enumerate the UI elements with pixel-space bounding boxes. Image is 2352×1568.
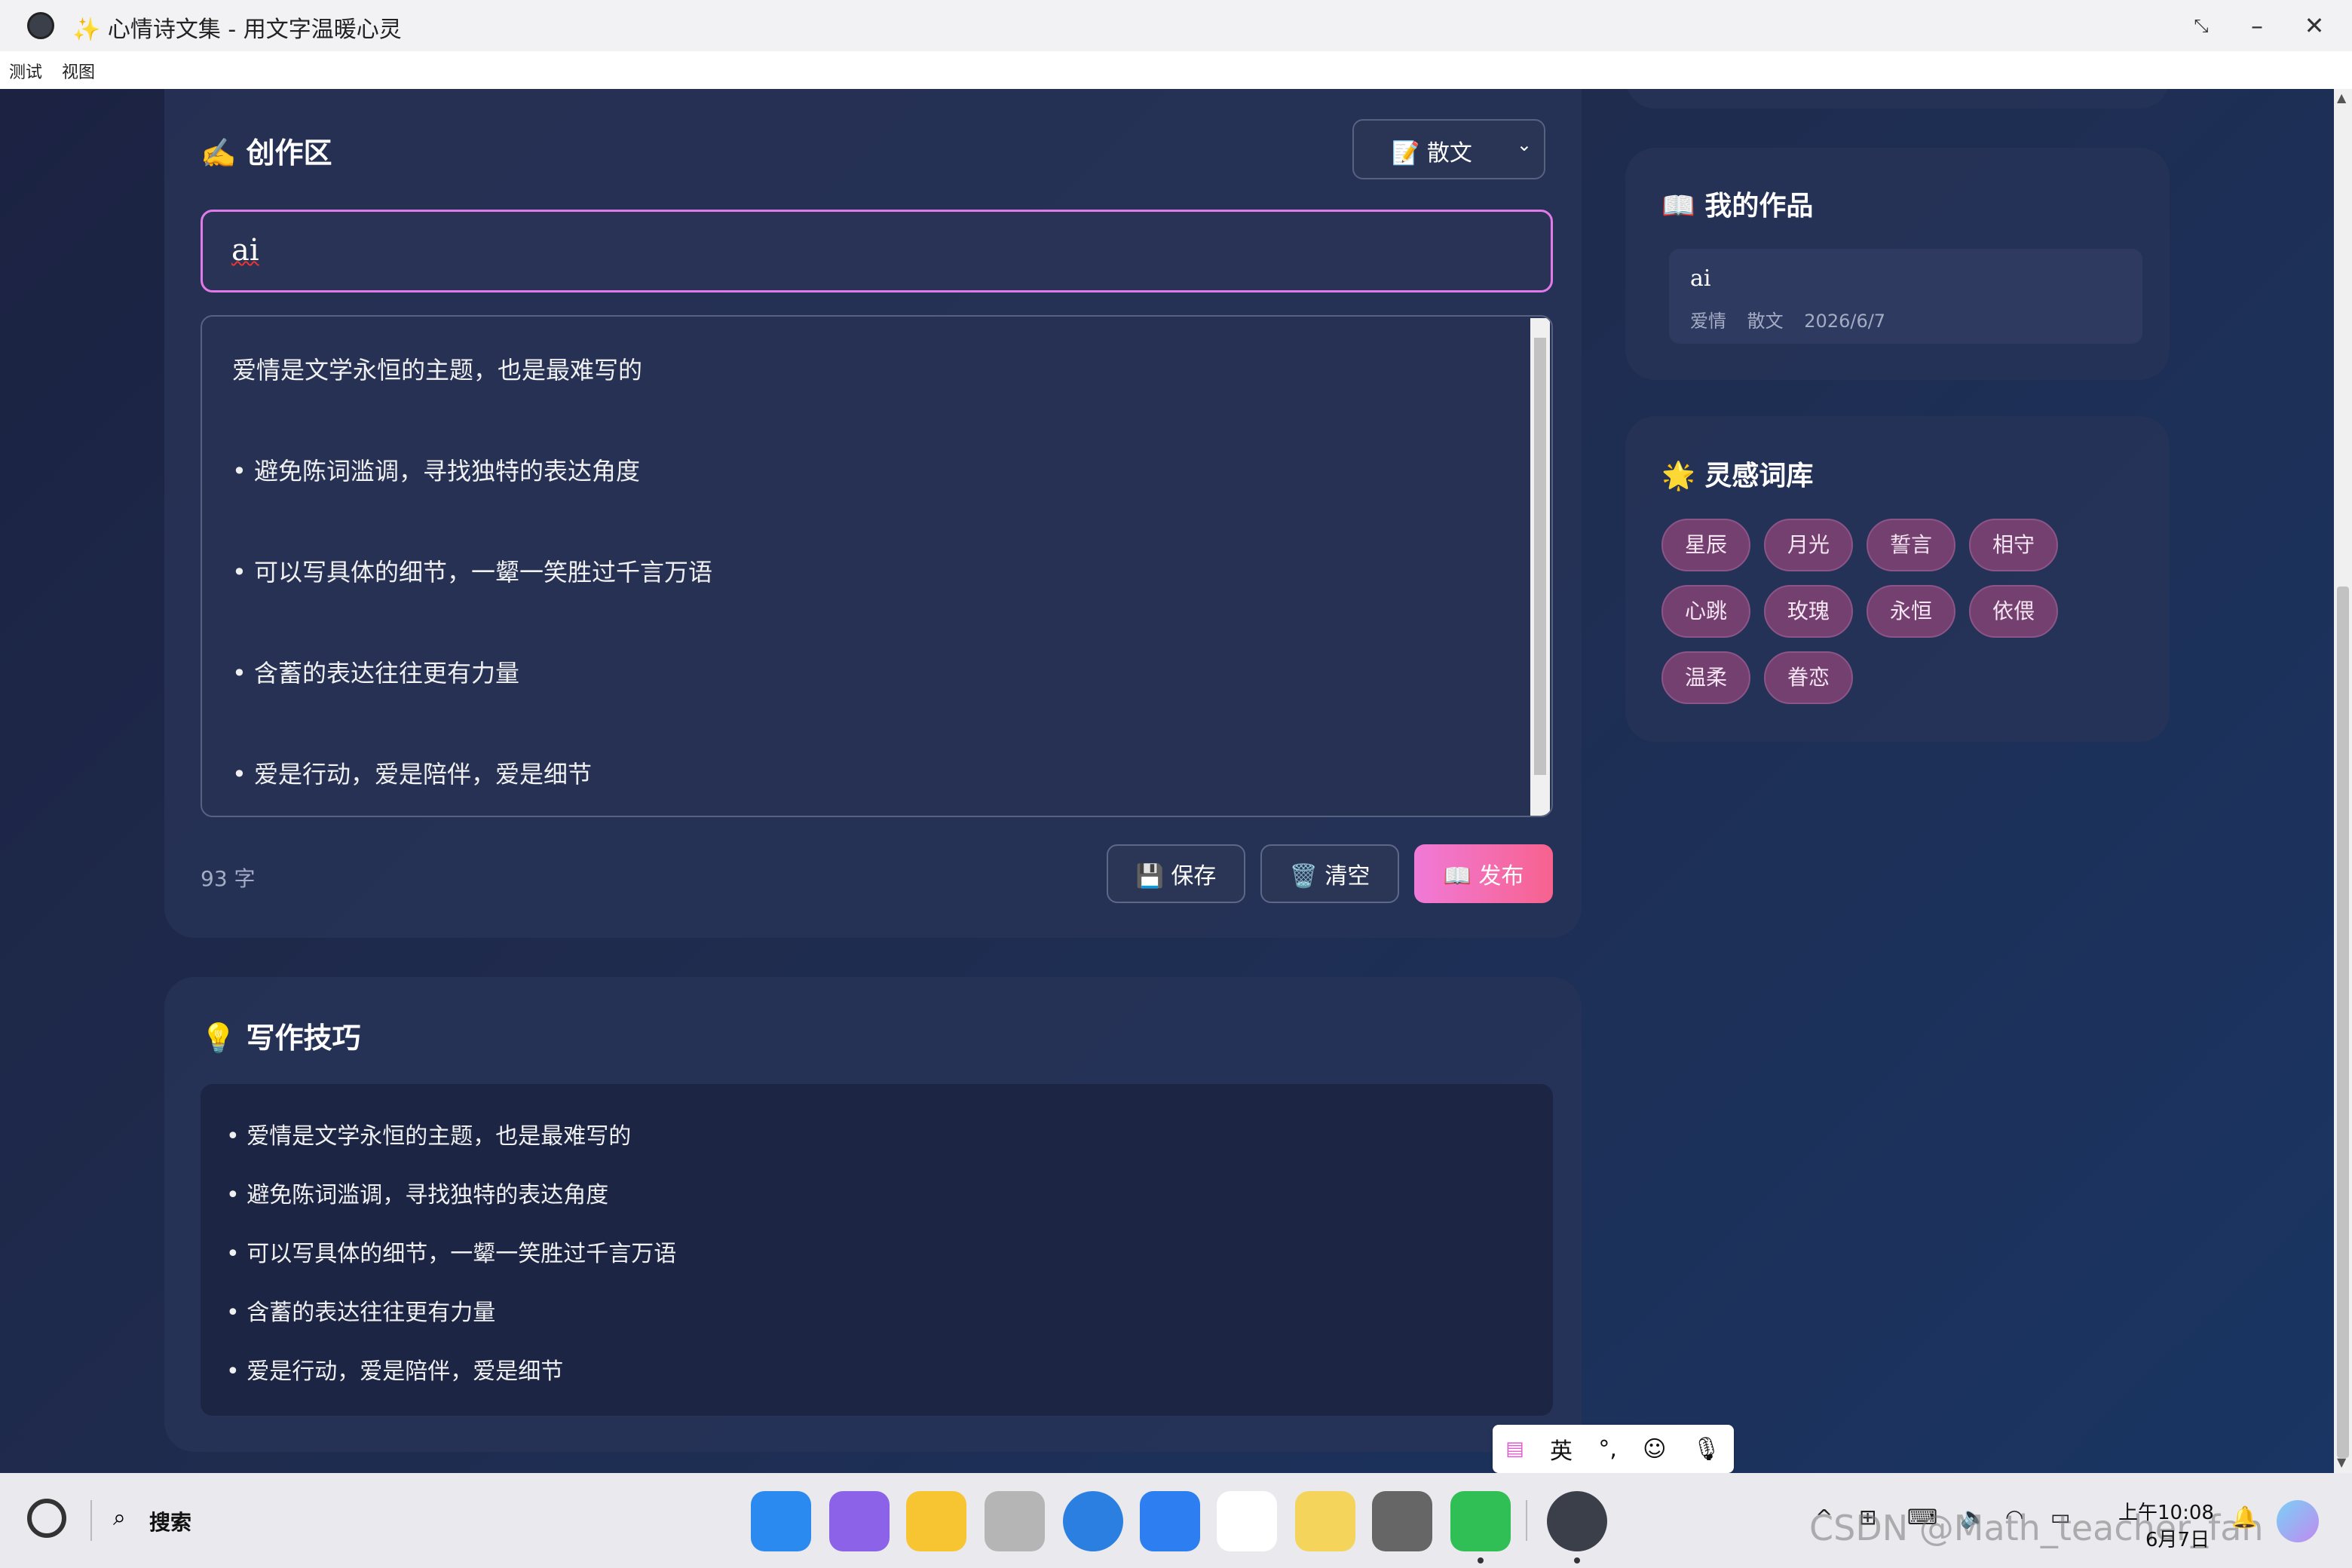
scroll-up-icon[interactable]: ▲ <box>2337 90 2346 105</box>
browser-icon[interactable] <box>1063 1491 1123 1551</box>
menu-item-test[interactable]: 测试 <box>9 59 42 83</box>
clock-time[interactable]: 上午10:08 <box>2118 1497 2214 1525</box>
inspiration-tag[interactable]: 依偎 <box>1969 585 2058 638</box>
ime-emoji-icon[interactable]: ☺ <box>1643 1436 1666 1462</box>
inspiration-tag[interactable]: 永恒 <box>1867 585 1955 638</box>
inspiration-tag[interactable]: 月光 <box>1764 519 1853 571</box>
inspiration-heading: 🌟 灵感词库 <box>1661 461 1814 492</box>
window-title: ✨ 心情诗文集 - 用文字温暖心灵 <box>72 17 402 43</box>
tip-item: • 含蓄的表达往往更有力量 <box>226 1300 496 1326</box>
publish-button[interactable]: 📖 发布 <box>1414 844 1553 903</box>
clear-button[interactable]: 🗑️ 清空 <box>1260 844 1399 903</box>
content-textarea[interactable]: 爱情是文学永恒的主题，也是最难写的 • 避免陈词滥调，寻找独特的表达角度 • 可… <box>201 315 1553 817</box>
inspiration-tag[interactable]: 相守 <box>1969 519 2058 571</box>
tips-list: • 爱情是文学永恒的主题，也是最难写的 • 避免陈词滥调，寻找独特的表达角度 •… <box>201 1084 1553 1416</box>
inspiration-tag[interactable]: 星辰 <box>1661 519 1750 571</box>
content-line: • 可以写具体的细节，一颦一笑胜过千言万语 <box>232 558 713 586</box>
menu-item-view[interactable]: 视图 <box>62 59 95 83</box>
tip-item: • 爱情是文学永恒的主题，也是最难写的 <box>226 1123 632 1150</box>
start-button[interactable] <box>27 1499 66 1538</box>
settings-icon[interactable] <box>1372 1491 1432 1551</box>
tip-item: • 避免陈词滥调，寻找独特的表达角度 <box>226 1182 609 1208</box>
page-scroll-thumb[interactable] <box>2337 586 2349 1458</box>
app-grid-icon[interactable] <box>751 1491 811 1551</box>
tip-item: • 爱是行动，爱是陪伴，爱是细节 <box>226 1358 564 1385</box>
ime-skin-icon[interactable]: ▤ <box>1505 1438 1524 1460</box>
sidebar-card-partial <box>1625 89 2170 109</box>
photos-icon[interactable] <box>1217 1491 1277 1551</box>
clear-button-label: 🗑️ 清空 <box>1289 863 1370 890</box>
genre-select[interactable]: 📝 散文 ⌄ <box>1352 119 1545 179</box>
work-genre: 散文 <box>1747 311 1784 332</box>
textarea-scrollbar[interactable] <box>1530 318 1550 816</box>
title-input[interactable]: ai <box>201 210 1553 292</box>
tips-heading: 💡 写作技巧 <box>201 1021 361 1055</box>
restore-icon[interactable]: ⤡ <box>2185 9 2218 42</box>
title-input-value: ai <box>231 233 259 268</box>
taskbar: ⌕ 搜索 ^ ⊞ ⌨ 🔈 ◠ ▭ CSDN @Math_teacher_fan … <box>0 1473 2352 1568</box>
running-indicator <box>1478 1557 1484 1563</box>
scroll-down-icon[interactable]: ▼ <box>2337 1455 2346 1469</box>
running-indicator <box>1574 1557 1580 1563</box>
window-titlebar: ✨ 心情诗文集 - 用文字温暖心灵 ⤡ – ✕ <box>0 0 2352 51</box>
electron-app-icon[interactable] <box>1547 1491 1607 1551</box>
minimize-icon[interactable]: – <box>2240 9 2274 42</box>
search-icon[interactable]: ⌕ <box>113 1505 126 1531</box>
trash-icon[interactable] <box>985 1491 1045 1551</box>
app-icon <box>27 12 54 39</box>
publish-button-label: 📖 发布 <box>1443 863 1524 890</box>
clock-date[interactable]: 6月7日 <box>2145 1524 2210 1552</box>
tip-item: • 可以写具体的细节，一颦一笑胜过千言万语 <box>226 1241 677 1267</box>
inspiration-tag[interactable]: 誓言 <box>1867 519 1955 571</box>
work-title: ai <box>1690 265 1711 292</box>
work-item[interactable]: ai 爱情 散文 2026/6/7 <box>1669 249 2142 344</box>
wechat-icon[interactable] <box>1450 1491 1511 1551</box>
content-line: • 爱是行动，爱是陪伴，爱是细节 <box>232 760 593 789</box>
genre-select-value: 📝 散文 <box>1392 140 1472 167</box>
inspiration-tag[interactable]: 温柔 <box>1661 651 1750 704</box>
close-icon[interactable]: ✕ <box>2298 9 2331 42</box>
multitask-icon[interactable] <box>829 1491 890 1551</box>
content-line: 爱情是文学永恒的主题，也是最难写的 <box>232 356 643 384</box>
work-date: 2026/6/7 <box>1804 311 1886 332</box>
ime-lang-toggle[interactable]: 英 <box>1550 1432 1573 1465</box>
files-icon[interactable] <box>906 1491 966 1551</box>
notes-icon[interactable] <box>1295 1491 1355 1551</box>
taskbar-divider <box>90 1500 92 1541</box>
mail-icon[interactable] <box>1140 1491 1200 1551</box>
inspiration-tag[interactable]: 心跳 <box>1661 585 1750 638</box>
content-line: • 含蓄的表达往往更有力量 <box>232 659 520 688</box>
notification-icon[interactable]: 🔔 <box>2231 1505 2258 1530</box>
save-button-label: 💾 保存 <box>1135 863 1217 890</box>
char-count: 93 字 <box>201 866 256 891</box>
inspiration-tag[interactable]: 眷恋 <box>1764 651 1853 704</box>
page-viewport: ✍️ 创作区 📝 散文 ⌄ ai 爱情是文学永恒的主题，也是最难写的 • 避免陈… <box>0 89 2334 1473</box>
work-mood: 爱情 <box>1690 311 1726 332</box>
ime-toolbar: ▤ 英 °, ☺ 🎙 <box>1493 1425 1734 1473</box>
taskbar-search-label[interactable]: 搜索 <box>149 1506 191 1536</box>
menu-bar: 测试 视图 <box>0 51 2352 90</box>
page-scrollbar[interactable]: ▲ ▼ <box>2334 89 2352 1473</box>
dock-divider <box>1526 1500 1527 1541</box>
content-line: • 避免陈词滥调，寻找独特的表达角度 <box>232 457 641 485</box>
editor-heading: ✍️ 创作区 <box>201 136 332 170</box>
ime-punct-icon[interactable]: °, <box>1598 1436 1617 1462</box>
inspiration-tag[interactable]: 玫瑰 <box>1764 585 1853 638</box>
my-works-heading: 📖 我的作品 <box>1661 191 1814 222</box>
textarea-scroll-thumb[interactable] <box>1534 338 1546 775</box>
work-meta: 爱情 散文 2026/6/7 <box>1690 306 1900 332</box>
assistant-icon[interactable] <box>2277 1500 2319 1542</box>
chevron-down-icon: ⌄ <box>1516 134 1532 155</box>
save-button[interactable]: 💾 保存 <box>1107 844 1245 903</box>
ime-mic-icon[interactable]: 🎙 <box>1692 1436 1721 1462</box>
